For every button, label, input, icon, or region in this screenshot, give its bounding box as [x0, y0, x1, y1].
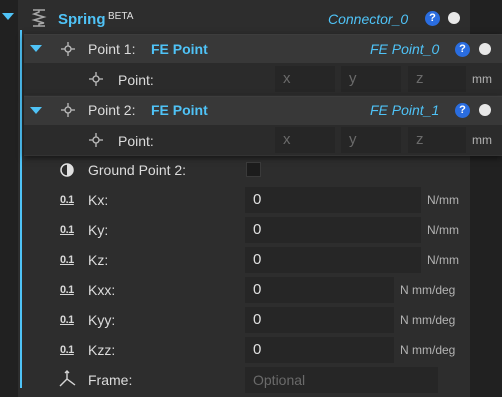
frame-axes-icon [59, 370, 76, 387]
point2-type[interactable]: FE Point [151, 102, 208, 118]
kzz-unit: N mm/deg [400, 343, 456, 357]
point2-collapse-toggle[interactable] [30, 107, 42, 114]
point2-status-dot[interactable] [479, 104, 491, 116]
point1-x-input[interactable]: x [275, 66, 335, 92]
crosshair-icon [89, 72, 103, 86]
kzz-label: Kzz: [88, 342, 116, 358]
spring-title: Spring [58, 11, 106, 28]
kzz-input[interactable]: 0 [245, 337, 394, 363]
point1-point-label: Point: [118, 72, 154, 88]
point1-type[interactable]: FE Point [151, 41, 208, 57]
kyy-label: Kyy: [88, 312, 116, 328]
point2-label: Point 2: [88, 102, 136, 118]
kz-input[interactable]: 0 [245, 247, 421, 273]
number-icon: 0.1 [60, 314, 74, 326]
spring-status-dot[interactable] [448, 12, 460, 24]
point2-z-input[interactable]: z [408, 127, 466, 153]
point1-unit: mm [472, 72, 492, 86]
point1-collapse-toggle[interactable] [30, 45, 42, 52]
ground-point2-checkbox[interactable] [246, 162, 261, 177]
point2-y-input[interactable]: y [341, 127, 401, 153]
point2-unit: mm [472, 133, 492, 147]
connector-editor: Spring BETA Connector_0 ? Point 1: FE Po… [0, 0, 502, 397]
kxx-input[interactable]: 0 [245, 277, 394, 303]
point2-ref[interactable]: FE Point_1 [370, 102, 439, 118]
kxx-unit: N mm/deg [400, 283, 456, 297]
kx-unit: N/mm [427, 193, 459, 207]
point1-help-icon[interactable]: ? [455, 42, 470, 57]
point2-help-icon[interactable]: ? [455, 103, 470, 118]
number-icon: 0.1 [60, 344, 74, 356]
kyy-unit: N mm/deg [400, 313, 456, 327]
ky-label: Ky: [88, 222, 109, 238]
crosshair-icon [61, 103, 75, 117]
kz-label: Kz: [88, 252, 109, 268]
half-circle-icon [60, 163, 74, 177]
spring-help-icon[interactable]: ? [425, 11, 440, 26]
number-icon: 0.1 [60, 194, 74, 206]
number-icon: 0.1 [60, 254, 74, 266]
point2-x-input[interactable]: x [275, 127, 335, 153]
spring-accent-bar [20, 30, 22, 388]
spring-icon [31, 9, 47, 27]
point1-label: Point 1: [88, 41, 136, 57]
frame-input[interactable]: Optional [245, 367, 438, 393]
point2-point-label: Point: [118, 133, 154, 149]
point1-y-input[interactable]: y [341, 66, 401, 92]
kyy-input[interactable]: 0 [245, 307, 394, 333]
kx-input[interactable]: 0 [245, 187, 421, 213]
ground-point2-label: Ground Point 2: [88, 162, 187, 178]
point1-z-input[interactable]: z [408, 66, 466, 92]
crosshair-icon [61, 42, 75, 56]
kz-unit: N/mm [427, 253, 459, 267]
crosshair-icon [89, 133, 103, 147]
number-icon: 0.1 [60, 284, 74, 296]
number-icon: 0.1 [60, 224, 74, 236]
frame-label: Frame: [88, 372, 133, 388]
point1-status-dot[interactable] [479, 43, 491, 55]
kxx-label: Kxx: [88, 282, 116, 298]
point1-ref[interactable]: FE Point_0 [370, 41, 439, 57]
beta-badge: BETA [108, 11, 134, 22]
spring-collapse-toggle[interactable] [2, 13, 14, 20]
connector-name: Connector_0 [328, 11, 409, 27]
ky-unit: N/mm [427, 223, 459, 237]
kx-label: Kx: [88, 192, 109, 208]
ky-input[interactable]: 0 [245, 217, 421, 243]
